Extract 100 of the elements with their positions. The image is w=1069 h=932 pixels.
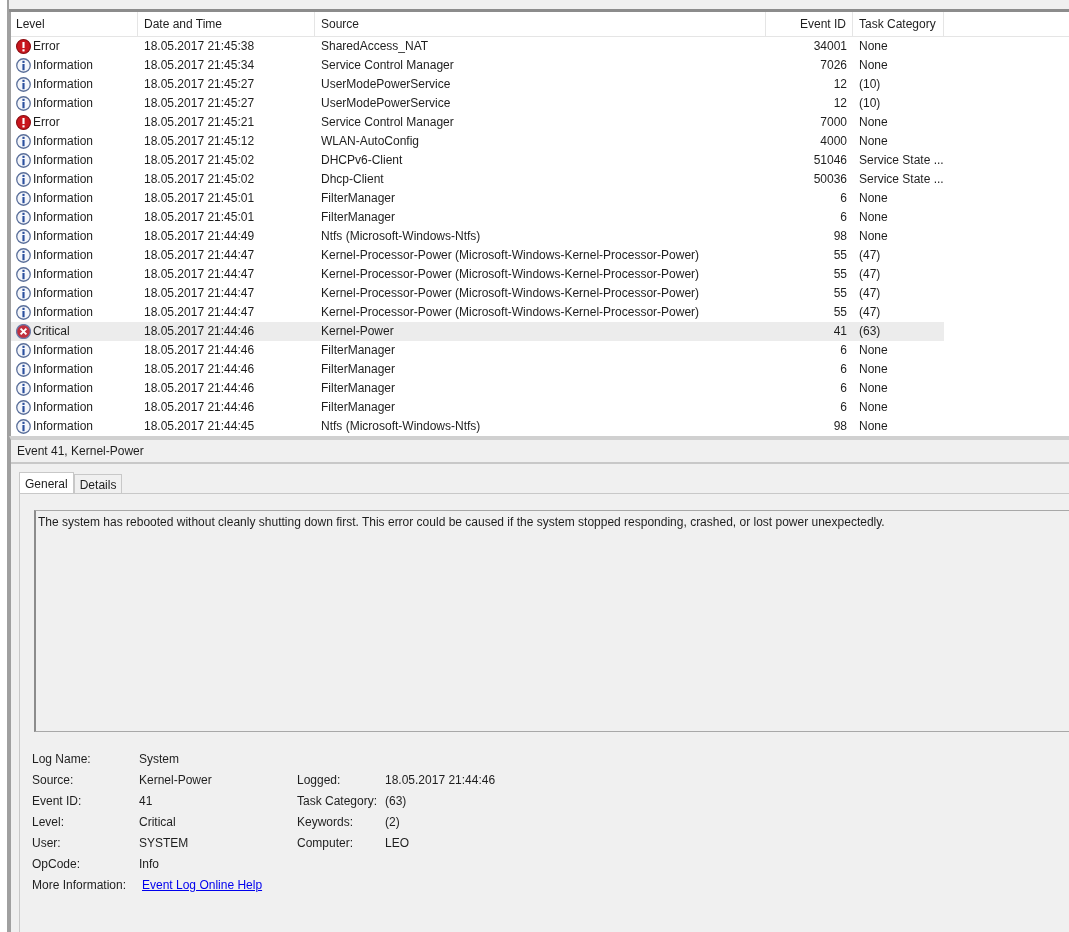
level-text: Information bbox=[33, 228, 94, 245]
event-row[interactable]: Information 18.05.2017 21:45:34 Service Control Manager 7026 None bbox=[11, 56, 944, 75]
event-id-cell-text: 6 bbox=[839, 399, 848, 416]
level-text: Information bbox=[33, 361, 94, 378]
property-value: 41 bbox=[139, 793, 153, 808]
level-text: Error bbox=[33, 114, 60, 131]
tab[interactable]: General bbox=[19, 472, 74, 493]
help-link[interactable]: Event Log Online Help bbox=[142, 877, 263, 892]
level-text: Information bbox=[33, 247, 94, 264]
column-header[interactable]: Task Category bbox=[853, 12, 944, 36]
tab[interactable]: Details bbox=[73, 474, 123, 493]
event-row[interactable]: Information 18.05.2017 21:45:02 Dhcp-Client 50036 Service State ... bbox=[11, 170, 944, 189]
level-text: Information bbox=[33, 133, 94, 150]
property-label: Keywords: bbox=[297, 814, 355, 829]
property-label: Log Name: bbox=[32, 751, 92, 766]
task-category-cell-text: (47) bbox=[858, 304, 882, 321]
task-category-cell-text: None bbox=[858, 399, 889, 416]
event-row[interactable]: Error 18.05.2017 21:45:38 SharedAccess_NAT 34001 None bbox=[11, 37, 944, 56]
source-cell-text: UserModePowerService bbox=[320, 76, 452, 93]
column-header[interactable]: Event ID bbox=[766, 12, 853, 36]
property-label: User: bbox=[32, 835, 62, 850]
column-header[interactable]: Source bbox=[315, 12, 766, 36]
event-row[interactable]: Information 18.05.2017 21:45:01 FilterManager 6 None bbox=[11, 208, 944, 227]
property-value: Kernel-Power bbox=[139, 772, 212, 787]
date-cell-text: 18.05.2017 21:44:45 bbox=[143, 418, 256, 435]
event-row[interactable]: Information 18.05.2017 21:44:47 Kernel-Processor-Power (Microsoft-Windows-Kernel-Processor-Power) 55 (47) bbox=[11, 265, 944, 284]
source-cell-text: SharedAccess_NAT bbox=[320, 38, 430, 55]
date-cell-text: 18.05.2017 21:44:47 bbox=[143, 285, 256, 302]
level-text: Information bbox=[33, 209, 94, 226]
source-cell-text: FilterManager bbox=[320, 190, 397, 207]
date-cell-text: 18.05.2017 21:45:12 bbox=[143, 133, 256, 150]
event-row[interactable]: Information 18.05.2017 21:44:47 Kernel-Processor-Power (Microsoft-Windows-Kernel-Processor-Power) 55 (47) bbox=[11, 246, 944, 265]
task-category-cell-text: None bbox=[858, 57, 889, 74]
task-category-cell-text: (10) bbox=[858, 76, 882, 93]
event-row[interactable]: Information 18.05.2017 21:44:46 FilterManager 6 None bbox=[11, 341, 944, 360]
event-row[interactable]: Information 18.05.2017 21:44:49 Ntfs (Microsoft-Windows-Ntfs) 98 None bbox=[11, 227, 944, 246]
event-row[interactable]: Error 18.05.2017 21:45:21 Service Control Manager 7000 None bbox=[11, 113, 944, 132]
date-cell-text: 18.05.2017 21:44:47 bbox=[143, 247, 256, 264]
property-label: Event ID: bbox=[32, 793, 83, 808]
source-cell-text: FilterManager bbox=[320, 380, 397, 397]
event-row[interactable]: Information 18.05.2017 21:45:02 DHCPv6-Client 51046 Service State ... bbox=[11, 151, 944, 170]
property-value: (2) bbox=[385, 814, 400, 829]
event-row[interactable]: Information 18.05.2017 21:44:47 Kernel-Processor-Power (Microsoft-Windows-Kernel-Processor-Power) 55 (47) bbox=[11, 284, 944, 303]
task-category-cell-text: None bbox=[858, 190, 889, 207]
event-id-cell-text: 55 bbox=[832, 285, 848, 302]
event-row[interactable]: Information 18.05.2017 21:44:46 FilterManager 6 None bbox=[11, 398, 944, 417]
source-cell-text: Ntfs (Microsoft-Windows-Ntfs) bbox=[320, 228, 482, 245]
column-header[interactable]: Level bbox=[11, 12, 138, 36]
event-id-cell-text: 12 bbox=[832, 76, 848, 93]
event-row[interactable]: Information 18.05.2017 21:44:47 Kernel-Processor-Power (Microsoft-Windows-Kernel-Processor-Power) 55 (47) bbox=[11, 303, 944, 322]
source-cell-text: FilterManager bbox=[320, 361, 397, 378]
source-cell-text: Service Control Manager bbox=[320, 57, 455, 74]
source-cell-text: Kernel-Processor-Power (Microsoft-Windows-Kernel-Processor-Power) bbox=[320, 266, 701, 283]
detail-title: Event 41, Kernel-Power bbox=[11, 440, 1069, 464]
event-description: The system has rebooted without cleanly shutting down first. This error could be caused if the system stopped responding, crashed, or lost power unexpectedly. bbox=[34, 510, 1069, 732]
date-cell-text: 18.05.2017 21:45:21 bbox=[143, 114, 256, 131]
date-cell-text: 18.05.2017 21:45:34 bbox=[143, 57, 256, 74]
source-cell-text: Kernel-Processor-Power (Microsoft-Windows-Kernel-Processor-Power) bbox=[320, 285, 701, 302]
date-cell-text: 18.05.2017 21:45:02 bbox=[143, 152, 256, 169]
event-row[interactable]: Information 18.05.2017 21:45:01 FilterManager 6 None bbox=[11, 189, 944, 208]
task-category-cell-text: None bbox=[858, 228, 889, 245]
property-label: Computer: bbox=[297, 835, 355, 850]
event-row[interactable]: Information 18.05.2017 21:45:27 UserModePowerService 12 (10) bbox=[11, 94, 944, 113]
event-id-cell-text: 98 bbox=[832, 418, 848, 435]
source-cell-text: FilterManager bbox=[320, 209, 397, 226]
property-value: LEO bbox=[385, 835, 409, 850]
source-cell-text: UserModePowerService bbox=[320, 95, 452, 112]
event-id-cell-text: 7000 bbox=[819, 114, 848, 131]
task-category-cell-text: (10) bbox=[858, 95, 882, 112]
column-header[interactable]: Date and Time bbox=[138, 12, 315, 36]
date-cell-text: 18.05.2017 21:45:27 bbox=[143, 76, 256, 93]
source-cell-text: DHCPv6-Client bbox=[320, 152, 404, 169]
task-category-cell-text: (47) bbox=[858, 247, 882, 264]
date-cell-text: 18.05.2017 21:45:27 bbox=[143, 95, 256, 112]
event-id-cell-text: 12 bbox=[832, 95, 848, 112]
event-id-cell-text: 55 bbox=[832, 304, 848, 321]
event-row[interactable]: Information 18.05.2017 21:44:46 FilterManager 6 None bbox=[11, 379, 944, 398]
event-row[interactable]: Critical 18.05.2017 21:44:46 Kernel-Power 41 (63) bbox=[11, 322, 944, 341]
event-id-cell-text: 7026 bbox=[819, 57, 848, 74]
property-value: System bbox=[139, 751, 179, 766]
event-row[interactable]: Information 18.05.2017 21:45:12 WLAN-AutoConfig 4000 None bbox=[11, 132, 944, 151]
event-id-cell-text: 41 bbox=[832, 323, 848, 340]
property-value: 18.05.2017 21:44:46 bbox=[385, 772, 496, 787]
task-category-cell-text: (47) bbox=[858, 266, 882, 283]
level-text: Information bbox=[33, 380, 94, 397]
level-text: Information bbox=[33, 76, 94, 93]
event-row[interactable]: Information 18.05.2017 21:45:27 UserModePowerService 12 (10) bbox=[11, 75, 944, 94]
event-id-cell-text: 6 bbox=[839, 342, 848, 359]
level-text: Information bbox=[33, 418, 94, 435]
event-id-cell-text: 6 bbox=[839, 380, 848, 397]
date-cell-text: 18.05.2017 21:44:46 bbox=[143, 342, 256, 359]
event-row[interactable]: Information 18.05.2017 21:44:45 Ntfs (Microsoft-Windows-Ntfs) 98 None bbox=[11, 417, 944, 436]
event-row[interactable]: Information 18.05.2017 21:44:46 FilterManager 6 None bbox=[11, 360, 944, 379]
date-cell-text: 18.05.2017 21:44:47 bbox=[143, 304, 256, 321]
property-label: OpCode: bbox=[32, 856, 82, 871]
property-label: Level: bbox=[32, 814, 66, 829]
property-label: Logged: bbox=[297, 772, 342, 787]
date-cell-text: 18.05.2017 21:45:38 bbox=[143, 38, 256, 55]
source-cell-text: Kernel-Processor-Power (Microsoft-Windows-Kernel-Processor-Power) bbox=[320, 304, 701, 321]
event-id-cell-text: 6 bbox=[839, 361, 848, 378]
